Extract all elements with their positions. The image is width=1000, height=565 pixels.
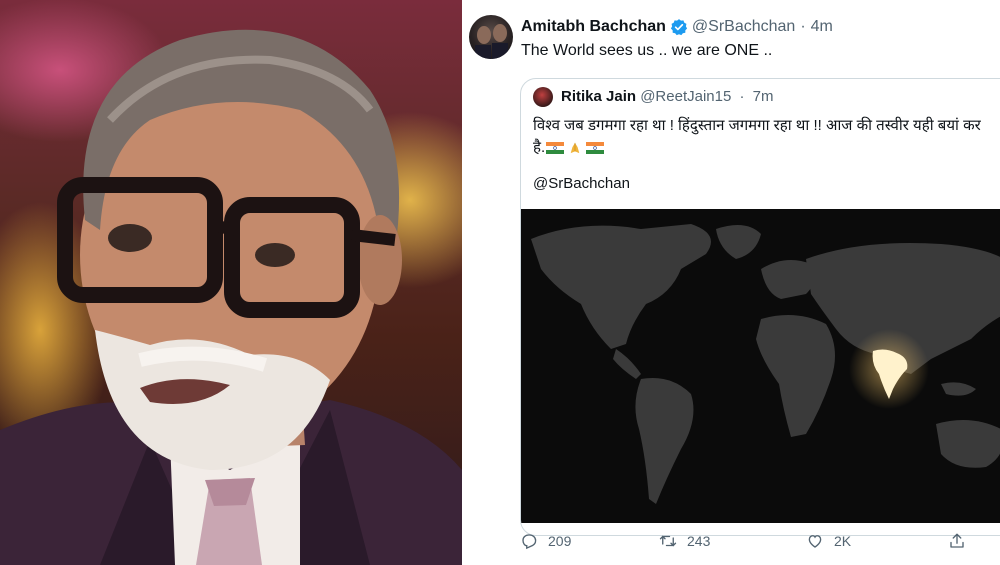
portrait-photo	[0, 0, 462, 565]
retweet-icon	[659, 535, 677, 547]
reply-icon	[522, 534, 537, 550]
world-map-image[interactable]	[521, 209, 1000, 523]
quoted-avatar[interactable]	[533, 87, 553, 107]
quoted-text-line1: विश्व जब डगमगा रहा था ! हिंदुस्तान जगमगा…	[533, 117, 981, 134]
quoted-text-line2: है.	[533, 137, 605, 159]
quoted-timestamp: 7m	[752, 88, 774, 105]
reply-button[interactable]: 209	[520, 532, 571, 550]
tweet-text: The World sees us .. we are ONE ..	[521, 42, 773, 59]
quoted-header: Ritika Jain @ReetJain15 · 7m	[561, 88, 774, 105]
tweet-header: Amitabh Bachchan @SrBachchan · 4m	[521, 18, 833, 36]
indian-flag-icon	[546, 142, 565, 154]
heart-icon	[808, 535, 822, 548]
separator-dot: ·	[800, 18, 806, 35]
like-count: 2K	[834, 533, 852, 549]
indian-flag-icon	[586, 142, 605, 154]
quoted-tweet[interactable]: Ritika Jain @ReetJain15 · 7m विश्व जब डग…	[520, 78, 1000, 536]
retweet-count: 243	[687, 533, 711, 549]
portrait-illustration	[0, 29, 462, 565]
quoted-mention[interactable]: @SrBachchan	[533, 175, 630, 192]
world-map-illustration	[531, 224, 1000, 504]
timestamp[interactable]: 4m	[811, 18, 833, 36]
separator-dot: ·	[739, 88, 745, 105]
tweet-card[interactable]: Amitabh Bachchan @SrBachchan · 4m The Wo…	[466, 0, 1000, 565]
author-handle[interactable]: @SrBachchan	[692, 18, 795, 36]
share-icon	[950, 533, 964, 548]
verified-badge-icon	[670, 19, 688, 36]
share-button[interactable]	[948, 532, 976, 550]
folded-hands-icon	[570, 142, 580, 154]
author-name[interactable]: Amitabh Bachchan	[521, 18, 666, 36]
avatar[interactable]	[469, 15, 513, 59]
reply-count: 209	[548, 533, 572, 549]
like-button[interactable]: 2K	[806, 532, 851, 550]
quoted-author-name: Ritika Jain	[561, 88, 637, 105]
tweet-actions: 209 243 2K	[520, 532, 990, 554]
retweet-button[interactable]: 243	[659, 532, 710, 550]
quoted-text-line2-text: है.	[533, 139, 546, 156]
quoted-author-handle: @ReetJain15	[640, 88, 732, 105]
